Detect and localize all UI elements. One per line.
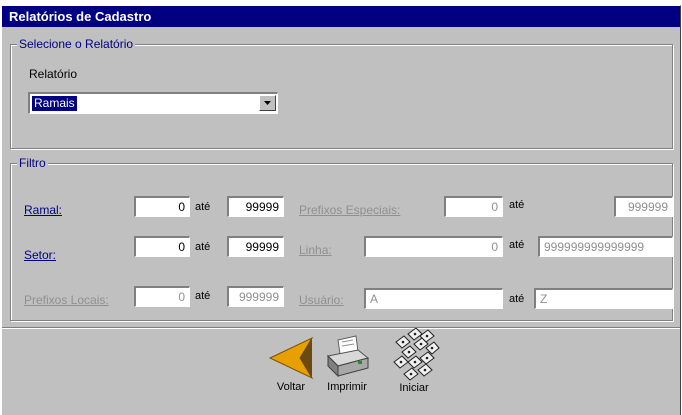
prefixos-locais-to-field[interactable]: 999999	[227, 286, 284, 307]
usuario-from-field[interactable]: A	[364, 288, 503, 309]
voltar-label: Voltar	[276, 381, 306, 393]
linha-from-field[interactable]: 0	[364, 236, 503, 257]
prefixos-locais-from-field[interactable]: 0	[134, 286, 190, 307]
relatorio-label: Relatório	[29, 67, 78, 81]
ramal-label[interactable]: Ramal:	[24, 203, 62, 217]
filter-legend: Filtro	[17, 156, 48, 170]
prefixos-especiais-from-field[interactable]: 0	[444, 196, 503, 217]
setor-from-field[interactable]: 0	[134, 236, 190, 257]
prefixos-especiais-label: Prefixos Especiais:	[299, 203, 401, 217]
ramal-to-field[interactable]: 99999	[227, 196, 284, 217]
voltar-button[interactable]: Voltar	[266, 332, 316, 393]
imprimir-button[interactable]: Imprimir	[322, 332, 372, 393]
linha-ate-label: até	[509, 239, 525, 251]
imprimir-label: Imprimir	[327, 381, 367, 393]
setor-ate-label: até	[195, 241, 211, 253]
prefixos-especiais-to-field[interactable]: 999999	[614, 196, 673, 217]
linha-label: Linha:	[299, 243, 332, 257]
iniciar-label: Iniciar	[399, 382, 429, 394]
window-title: Relatórios de Cadastro	[2, 6, 680, 27]
setor-label[interactable]: Setor:	[24, 248, 56, 262]
usuario-ate-label: até	[509, 293, 525, 305]
keypad-icon	[393, 328, 440, 381]
chevron-down-icon	[264, 101, 271, 105]
report-select-legend: Selecione o Relatório	[17, 37, 136, 51]
report-window: Relatórios de Cadastro Selecione o Relat…	[1, 5, 681, 415]
usuario-label: Usuário:	[299, 293, 344, 307]
ramal-ate-label: até	[195, 201, 211, 213]
toolbar-divider	[2, 327, 680, 329]
setor-to-field[interactable]: 99999	[227, 236, 284, 257]
prefixos-locais-ate-label: até	[195, 290, 211, 302]
prefixos-especiais-ate-label: até	[509, 199, 525, 211]
arrow-left-icon	[268, 336, 314, 380]
dropdown-arrow-button[interactable]	[259, 95, 276, 111]
prefixos-locais-label: Prefixos Locais:	[24, 293, 109, 307]
usuario-to-field[interactable]: Z	[534, 288, 673, 309]
linha-to-field[interactable]: 999999999999999	[538, 236, 673, 257]
ramal-from-field[interactable]: 0	[134, 196, 190, 217]
iniciar-button[interactable]: Iniciar	[388, 328, 440, 394]
relatorio-dropdown[interactable]: Ramais	[28, 92, 278, 114]
relatorio-selected-value: Ramais	[32, 96, 77, 111]
printer-icon	[326, 335, 370, 378]
